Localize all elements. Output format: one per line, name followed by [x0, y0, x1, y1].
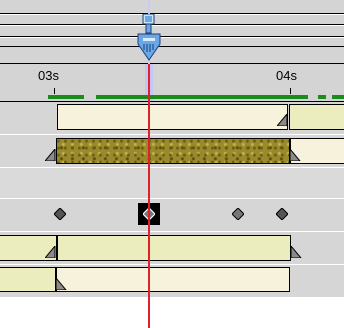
navigator-line	[0, 46, 344, 47]
current-time-indicator-icon[interactable]	[136, 14, 162, 62]
layer-duration-bar-footage[interactable]	[56, 138, 290, 164]
layer-duration-bar[interactable]	[289, 104, 344, 130]
keyframe-diamond-icon[interactable]	[276, 208, 288, 220]
work-area-bar[interactable]	[48, 95, 84, 99]
layer-duration-bar[interactable]	[0, 267, 56, 292]
layer-in-point-cap-icon[interactable]	[56, 278, 67, 290]
keyframe-diamond-icon[interactable]	[232, 208, 244, 220]
layer-duration-bar[interactable]	[57, 104, 288, 130]
navigator-highlight	[0, 37, 344, 38]
time-navigator[interactable]	[0, 0, 344, 64]
keyframe-diamond-icon[interactable]	[54, 208, 66, 220]
navigator-highlight	[0, 14, 344, 15]
current-time-indicator-line[interactable]	[148, 64, 150, 328]
ruler-label-04s: 04s	[276, 68, 297, 83]
ruler-label-03s: 03s	[38, 68, 59, 83]
keyframe-track[interactable]	[0, 199, 344, 231]
work-area-bar[interactable]	[318, 95, 326, 99]
work-area-bar[interactable]	[332, 95, 344, 99]
time-ruler[interactable]: 03s 04s	[0, 64, 344, 102]
layer-in-point-cap-icon[interactable]	[45, 149, 56, 161]
layer-out-point-cap-icon[interactable]	[291, 246, 302, 258]
ruler-tick	[54, 88, 55, 94]
layer-duration-bar[interactable]	[57, 235, 291, 261]
layer-duration-bar[interactable]	[56, 267, 290, 292]
timeline-panel: 03s 04s	[0, 0, 344, 328]
ruler-tick	[290, 88, 291, 94]
navigator-highlight	[0, 25, 344, 26]
layer-in-point-cap-icon[interactable]	[45, 246, 56, 258]
empty-track-area	[0, 298, 344, 328]
layer-track[interactable]	[0, 168, 344, 198]
layer-out-point-cap-icon[interactable]	[290, 149, 301, 161]
layer-out-point-cap-icon[interactable]	[277, 114, 288, 126]
work-area-bar[interactable]	[96, 95, 308, 99]
